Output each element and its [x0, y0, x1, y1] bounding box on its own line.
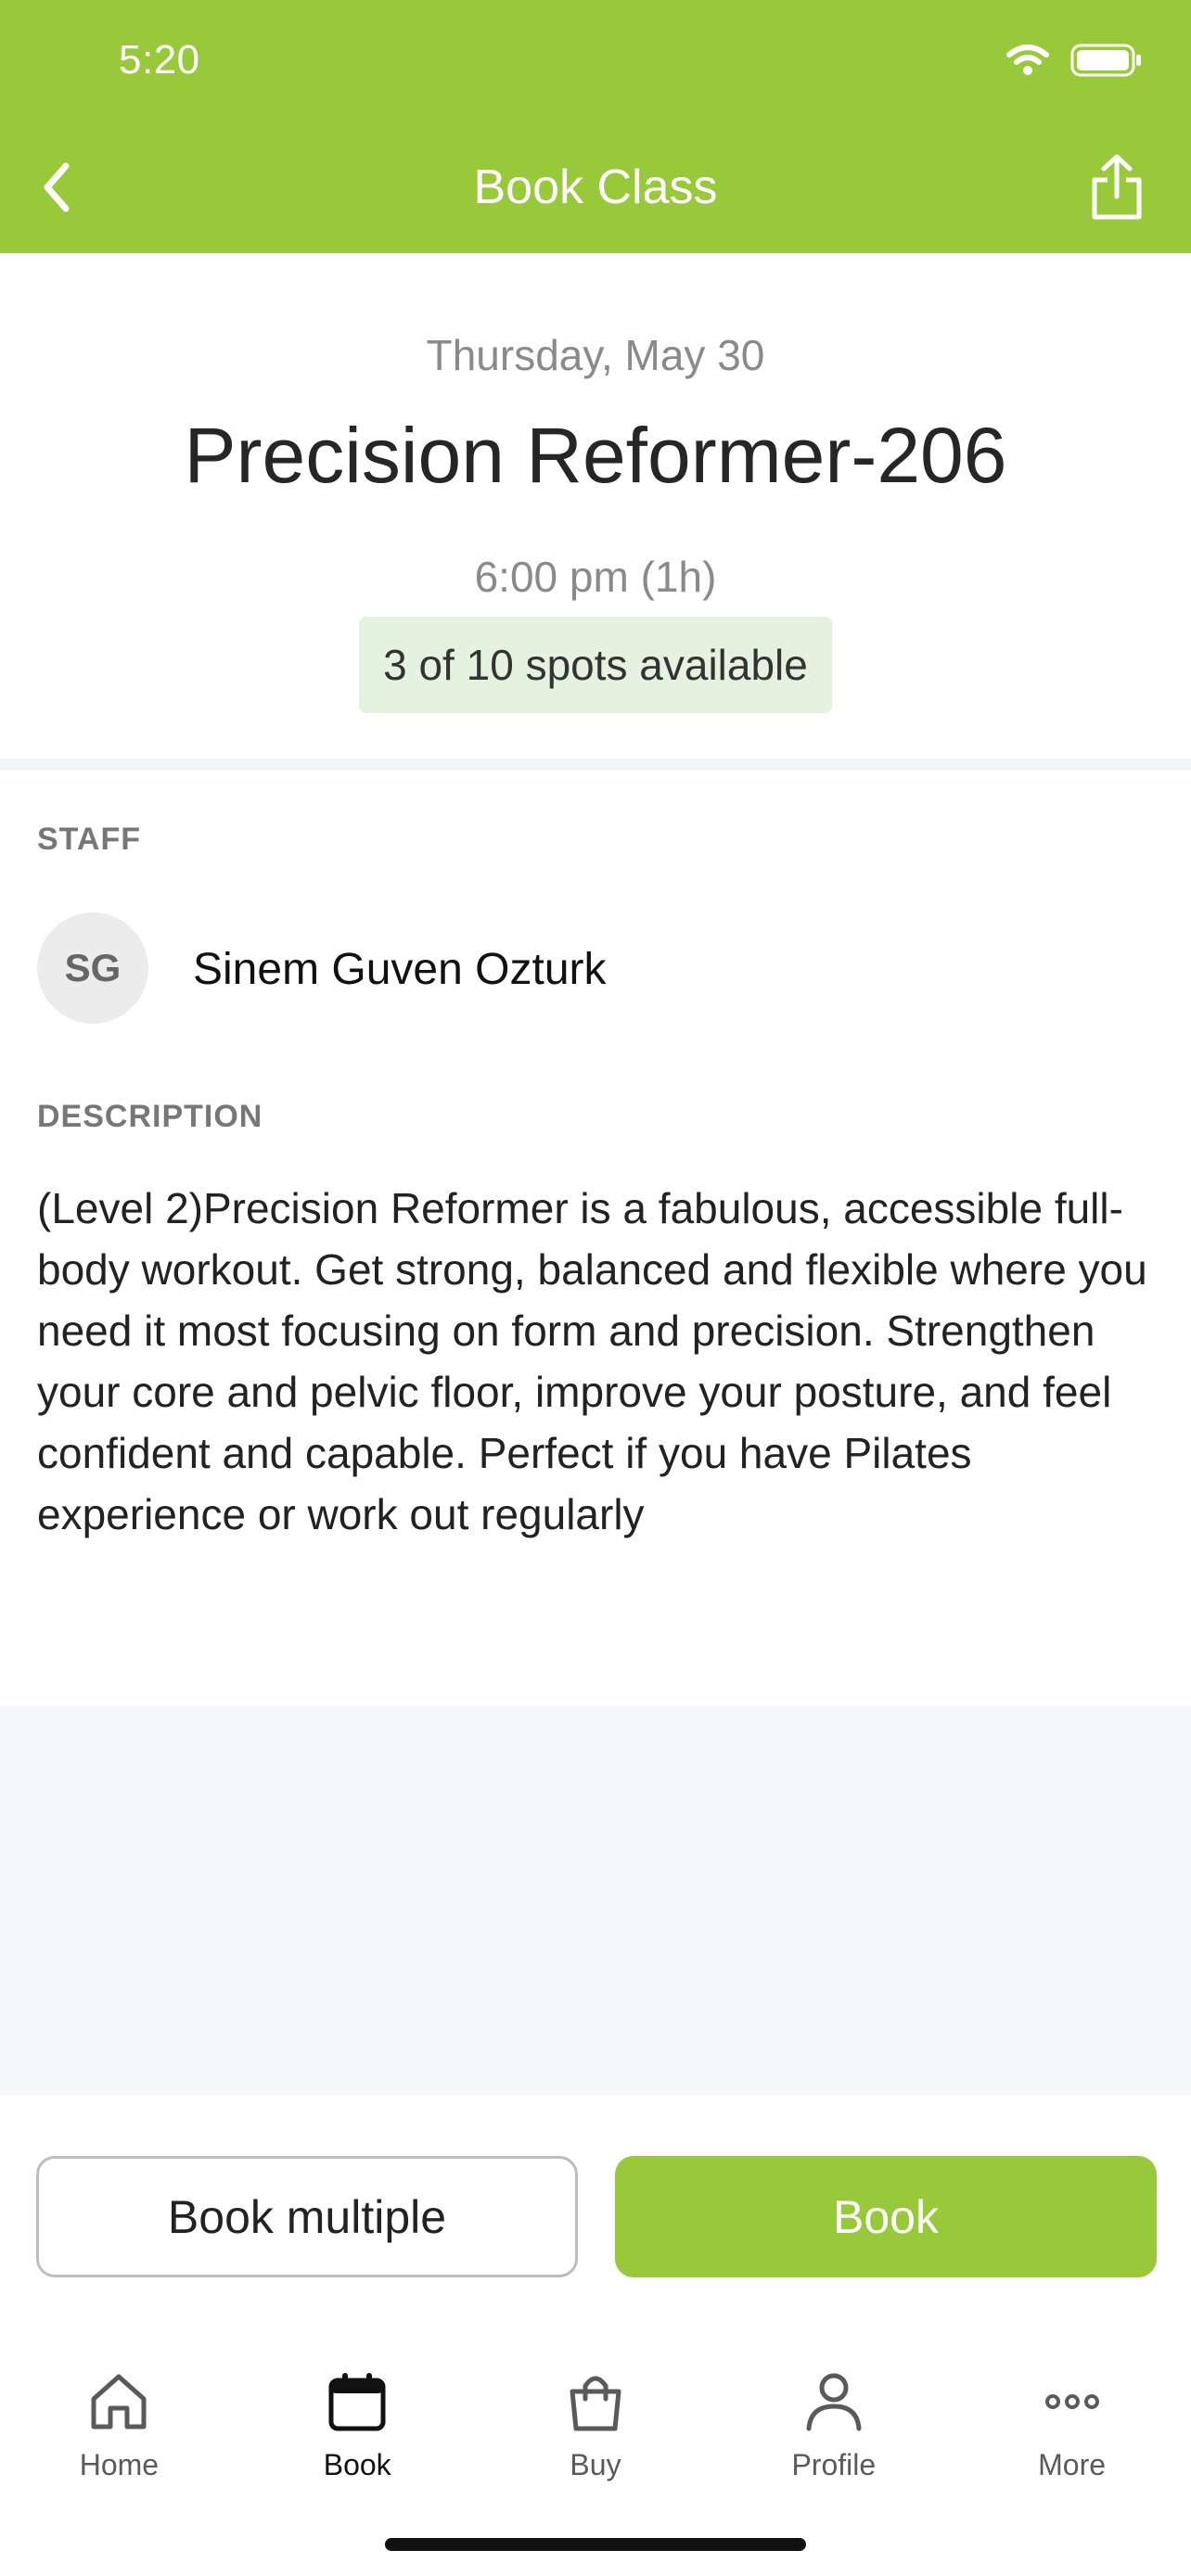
- tab-buy-label: Buy: [570, 2448, 621, 2481]
- spots-badge: 3 of 10 spots available: [359, 617, 832, 713]
- section-divider: [0, 759, 1191, 770]
- tab-bar: Home Book Buy Profile More: [0, 2337, 1191, 2504]
- class-description: (Level 2)Precision Reformer is a fabulou…: [37, 1184, 1147, 1538]
- tab-home[interactable]: Home: [0, 2337, 238, 2504]
- calendar-icon: [328, 2373, 386, 2431]
- class-date: Thursday, May 30: [426, 331, 765, 379]
- share-button[interactable]: [1080, 150, 1154, 224]
- app-header: 5:20 Book Class: [0, 0, 1191, 253]
- home-indicator: [385, 2538, 806, 2551]
- person-icon: [806, 2373, 862, 2431]
- tab-more[interactable]: More: [953, 2337, 1191, 2504]
- share-icon: [1092, 154, 1142, 220]
- home-icon: [91, 2374, 147, 2429]
- battery-icon: [1070, 44, 1141, 77]
- class-summary: Thursday, May 30 Precision Reformer-206 …: [0, 253, 1191, 759]
- class-time: 6:00 pm (1h): [474, 553, 717, 601]
- tab-profile[interactable]: Profile: [714, 2337, 953, 2504]
- tab-book-label: Book: [323, 2448, 391, 2481]
- class-title: Precision Reformer-206: [184, 412, 1007, 499]
- more-dots-icon: [1044, 2394, 1099, 2409]
- book-multiple-button[interactable]: Book multiple: [36, 2156, 578, 2277]
- tab-home-label: Home: [79, 2448, 160, 2481]
- wifi-icon: [1006, 45, 1049, 75]
- tab-book[interactable]: Book: [238, 2337, 477, 2504]
- tab-more-label: More: [1038, 2448, 1107, 2481]
- status-time: 5:20: [119, 37, 200, 83]
- staff-name[interactable]: Sinem Guven Ozturk: [193, 944, 607, 995]
- status-icons: [1005, 43, 1143, 78]
- tab-buy[interactable]: Buy: [477, 2337, 715, 2504]
- page-title: Book Class: [473, 160, 718, 214]
- tab-profile-label: Profile: [791, 2448, 877, 2481]
- shopping-bag-icon: [570, 2376, 621, 2431]
- staff-label: STAFF: [37, 822, 142, 857]
- description-label: DESCRIPTION: [37, 1099, 263, 1134]
- empty-area: [0, 1706, 1191, 2096]
- book-button[interactable]: Book: [615, 2156, 1157, 2277]
- avatar[interactable]: SG: [37, 912, 148, 1024]
